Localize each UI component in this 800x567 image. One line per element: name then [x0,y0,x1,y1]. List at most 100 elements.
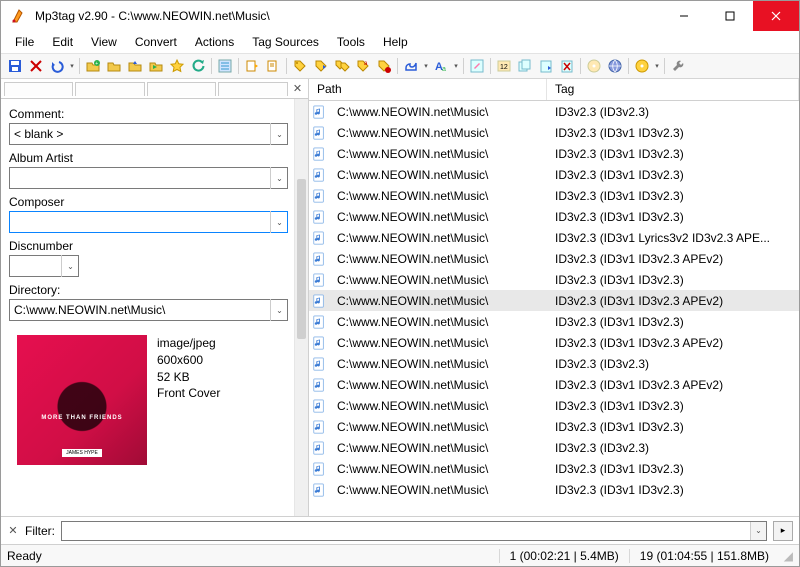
cover-source-icon[interactable] [632,56,652,76]
file-row[interactable]: C:\www.NEOWIN.net\Music\ID3v2.3 (ID3v1 I… [309,395,799,416]
disc-icon[interactable] [584,56,604,76]
file-row[interactable]: C:\www.NEOWIN.net\Music\ID3v2.3 (ID3v1 I… [309,143,799,164]
undo-icon[interactable] [47,56,67,76]
quick-action-icon[interactable]: Aa [431,56,451,76]
music-file-icon [309,147,329,161]
file-list[interactable]: C:\www.NEOWIN.net\Music\ID3v2.3 (ID3v2.3… [309,101,799,516]
export-icon[interactable] [242,56,262,76]
panel-tab[interactable] [147,82,216,96]
copy-tag-icon[interactable] [515,56,535,76]
menu-actions[interactable]: Actions [187,33,242,51]
panel-scrollbar[interactable] [294,99,308,516]
column-tag[interactable]: Tag [547,79,799,100]
cell-path: C:\www.NEOWIN.net\Music\ [329,336,547,350]
filter-apply-button[interactable]: ▸ [773,521,793,541]
dropdown-icon[interactable]: ⌄ [61,255,79,277]
file-row[interactable]: C:\www.NEOWIN.net\Music\ID3v2.3 (ID3v1 I… [309,290,799,311]
panel-tab[interactable] [4,82,73,96]
menu-help[interactable]: Help [375,33,416,51]
playlist-icon[interactable] [263,56,283,76]
minimize-button[interactable] [661,1,707,31]
panel-tab[interactable] [75,82,144,96]
filter-dropdown-icon[interactable]: ⌄ [750,522,766,540]
menu-file[interactable]: File [7,33,42,51]
dropdown-icon[interactable]: ⌄ [270,211,288,233]
menu-tools[interactable]: Tools [329,33,373,51]
file-row[interactable]: C:\www.NEOWIN.net\Music\ID3v2.3 (ID3v1 I… [309,479,799,500]
tools-icon[interactable] [668,56,688,76]
cover-dropdown-icon[interactable]: ▾ [653,62,661,70]
remove-tag-icon[interactable] [557,56,577,76]
extended-tags-icon[interactable] [215,56,235,76]
file-row[interactable]: C:\www.NEOWIN.net\Music\ID3v2.3 (ID3v1 I… [309,122,799,143]
cell-path: C:\www.NEOWIN.net\Music\ [329,105,547,119]
paste-tag-icon[interactable] [536,56,556,76]
menu-view[interactable]: View [83,33,125,51]
file-row[interactable]: C:\www.NEOWIN.net\Music\ID3v2.3 (ID3v1 I… [309,374,799,395]
panel-close-icon[interactable]: ✕ [290,82,305,95]
undo-dropdown-icon[interactable]: ▾ [68,62,76,70]
cell-tag: ID3v2.3 (ID3v1 ID3v2.3) [547,483,799,497]
menu-convert[interactable]: Convert [127,33,185,51]
cell-path: C:\www.NEOWIN.net\Music\ [329,462,547,476]
music-file-icon [309,462,329,476]
file-row[interactable]: C:\www.NEOWIN.net\Music\ID3v2.3 (ID3v1 I… [309,416,799,437]
file-row[interactable]: C:\www.NEOWIN.net\Music\ID3v2.3 (ID3v1 I… [309,185,799,206]
composer-input[interactable] [9,211,288,233]
folder-up-icon[interactable] [125,56,145,76]
menu-edit[interactable]: Edit [44,33,81,51]
actions-dropdown-icon[interactable]: ▾ [422,62,430,70]
file-row[interactable]: C:\www.NEOWIN.net\Music\ID3v2.3 (ID3v2.3… [309,101,799,122]
music-file-icon [309,357,329,371]
file-row[interactable]: C:\www.NEOWIN.net\Music\ID3v2.3 (ID3v1 I… [309,311,799,332]
close-button[interactable] [753,1,799,31]
cell-tag: ID3v2.3 (ID3v1 ID3v2.3) [547,168,799,182]
file-row[interactable]: C:\www.NEOWIN.net\Music\ID3v2.3 (ID3v2.3… [309,437,799,458]
filename-to-tag-icon[interactable] [311,56,331,76]
web-source-icon[interactable] [605,56,625,76]
save-icon[interactable] [5,56,25,76]
menu-tag-sources[interactable]: Tag Sources [244,33,327,51]
album-cover[interactable]: MORE THAN FRIENDS JAMES HYPE [17,335,147,465]
panel-tab[interactable] [218,82,287,96]
file-row[interactable]: C:\www.NEOWIN.net\Music\ID3v2.3 (ID3v2.3… [309,353,799,374]
dropdown-icon[interactable]: ⌄ [270,299,288,321]
actions-icon[interactable] [401,56,421,76]
filter-clear-icon[interactable]: ✕ [7,524,19,537]
tag-list-icon[interactable] [374,56,394,76]
file-row[interactable]: C:\www.NEOWIN.net\Music\ID3v2.3 (ID3v1 I… [309,164,799,185]
folder-open-icon[interactable] [104,56,124,76]
refresh-icon[interactable] [188,56,208,76]
file-row[interactable]: C:\www.NEOWIN.net\Music\ID3v2.3 (ID3v1 I… [309,206,799,227]
cell-tag: ID3v2.3 (ID3v2.3) [547,105,799,119]
comment-input[interactable] [9,123,288,145]
maximize-button[interactable] [707,1,753,31]
albumartist-input[interactable] [9,167,288,189]
albumartist-label: Album Artist [9,151,288,165]
dropdown-icon[interactable]: ⌄ [270,123,288,145]
cover-size: 52 KB [157,369,220,386]
file-row[interactable]: C:\www.NEOWIN.net\Music\ID3v2.3 (ID3v1 I… [309,269,799,290]
edit-icon[interactable] [467,56,487,76]
file-row[interactable]: C:\www.NEOWIN.net\Music\ID3v2.3 (ID3v1 I… [309,458,799,479]
favorite-icon[interactable] [167,56,187,76]
folder-play-icon[interactable] [146,56,166,76]
column-path[interactable]: Path [309,79,547,100]
music-file-icon [309,126,329,140]
folder-add-icon[interactable]: + [83,56,103,76]
file-row[interactable]: C:\www.NEOWIN.net\Music\ID3v2.3 (ID3v1 L… [309,227,799,248]
number-icon[interactable]: 12 [494,56,514,76]
filter-input[interactable] [61,521,767,541]
file-row[interactable]: C:\www.NEOWIN.net\Music\ID3v2.3 (ID3v1 I… [309,332,799,353]
tag-to-tag-icon[interactable] [332,56,352,76]
quick-action-dropdown-icon[interactable]: ▾ [452,62,460,70]
file-row[interactable]: C:\www.NEOWIN.net\Music\ID3v2.3 (ID3v1 I… [309,248,799,269]
text-to-tag-icon[interactable]: a [353,56,373,76]
tag-to-filename-icon[interactable] [290,56,310,76]
resize-grip-icon[interactable]: ◢ [779,549,793,563]
delete-icon[interactable] [26,56,46,76]
dropdown-icon[interactable]: ⌄ [270,167,288,189]
directory-input[interactable] [9,299,288,321]
music-file-icon [309,315,329,329]
cell-tag: ID3v2.3 (ID3v1 ID3v2.3) [547,315,799,329]
